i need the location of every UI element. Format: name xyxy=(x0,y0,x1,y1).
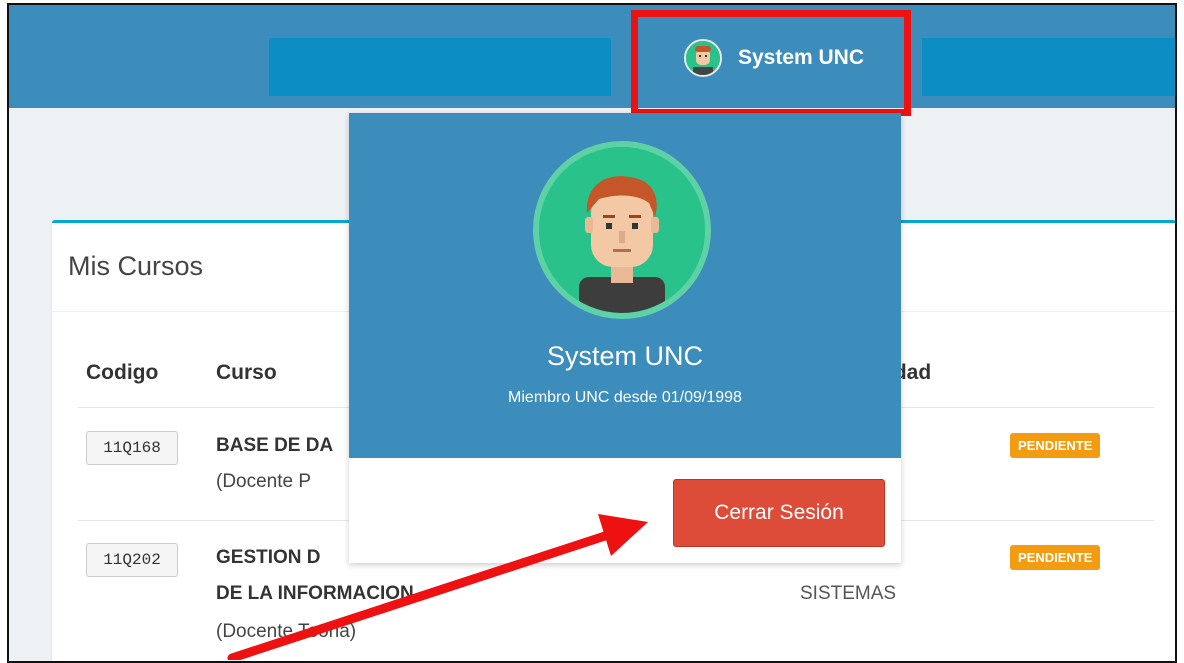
nav-block-right xyxy=(922,38,1175,96)
app-window: System UNC Mis Cursos Codigo Curso idad … xyxy=(7,3,1177,663)
profile-avatar-image xyxy=(533,141,711,319)
logout-button[interactable]: Cerrar Sesión xyxy=(673,479,885,547)
column-header-course: Curso xyxy=(216,361,277,384)
profile-name: System UNC xyxy=(546,341,703,371)
member-since-text: Miembro UNC desde 01/09/1998 xyxy=(508,389,742,406)
column-header-code: Codigo xyxy=(86,361,159,384)
course-name-line2[interactable]: DE LA INFORMACION xyxy=(216,583,414,605)
user-menu-toggle[interactable]: System UNC xyxy=(639,13,909,103)
course-role: (Docente P xyxy=(216,471,312,492)
user-name: System UNC xyxy=(737,46,865,69)
course-code-box: 11Q202 xyxy=(86,543,178,577)
card-title: Mis Cursos xyxy=(68,251,204,281)
user-header: System UNC Miembro UNC desde 01/09/1998 xyxy=(349,113,901,458)
status-badge: PENDIENTE xyxy=(1010,545,1101,570)
nav-block-left xyxy=(269,38,611,96)
course-name[interactable]: GESTION D xyxy=(216,547,321,569)
top-navbar: System UNC xyxy=(9,5,1175,116)
course-code-box: 11Q168 xyxy=(86,431,178,465)
course-role: (Docente Teoria) xyxy=(216,621,357,642)
status-badge: PENDIENTE xyxy=(1010,433,1101,458)
specialty-line2: SISTEMAS xyxy=(800,583,897,604)
course-name[interactable]: BASE DE DA xyxy=(216,435,333,457)
user-dropdown-menu: System UNC Miembro UNC desde 01/09/1998 … xyxy=(349,113,901,563)
user-avatar-icon xyxy=(683,39,722,77)
